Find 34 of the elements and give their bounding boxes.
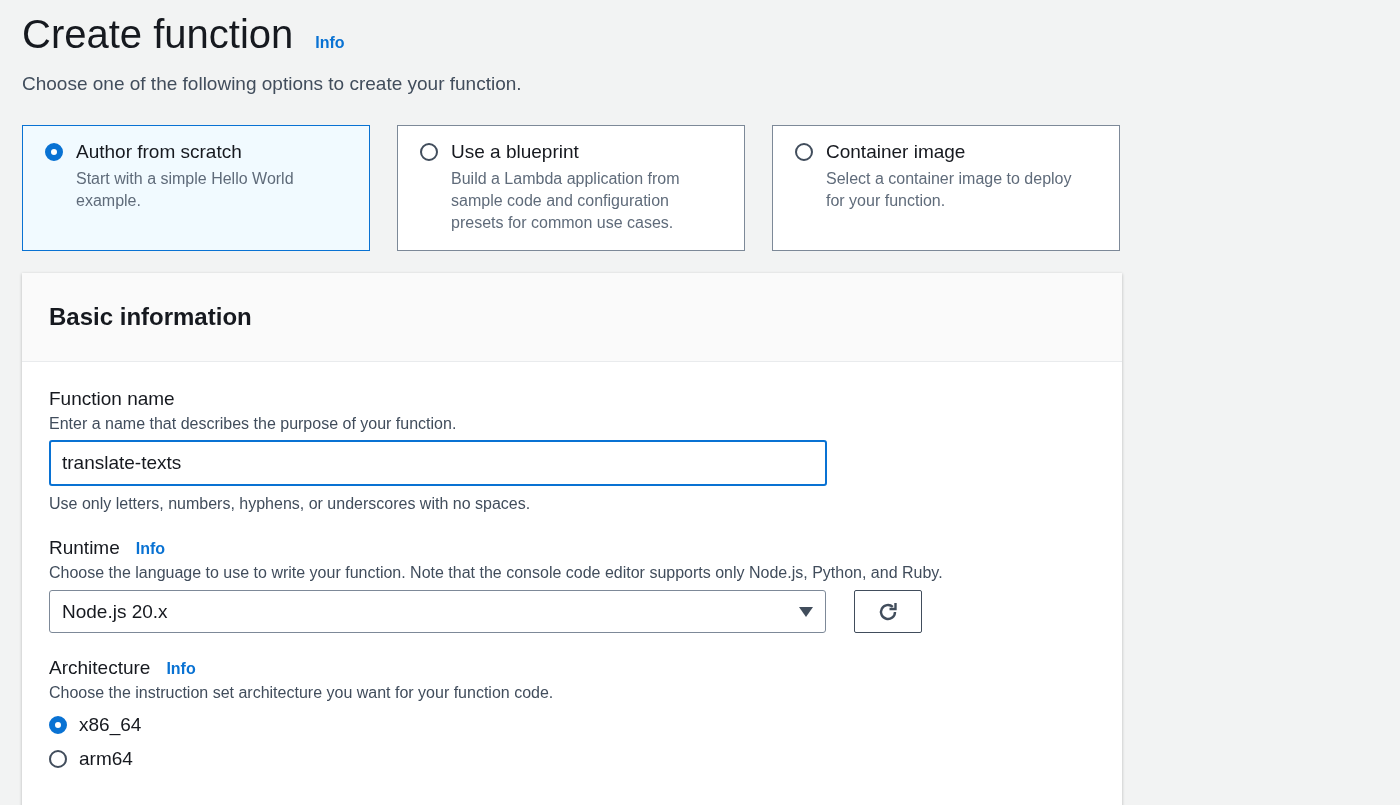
field-label: Architecture (49, 657, 151, 679)
field-label: Function name (49, 388, 175, 410)
radio-button[interactable] (420, 143, 438, 161)
runtime-select[interactable]: Node.js 20.x (49, 590, 826, 633)
info-link[interactable]: Info (315, 34, 345, 52)
caret-icon (799, 606, 813, 617)
refresh-button[interactable] (854, 590, 922, 633)
radio-button[interactable] (49, 750, 67, 768)
option-title: Use a blueprint (451, 141, 580, 163)
field-description: Choose the language to use to write your function. Note that the console code editor supports only Node.js, Python, and Ruby. (49, 564, 944, 582)
field-hint: Use only letters, numbers, hyphens, or underscores with no spaces. (49, 495, 532, 513)
panel-heading: Basic information (49, 303, 252, 331)
field-description: Choose the instruction set architecture you want for your function code. (49, 684, 555, 702)
option-description: Select a container image to deploy for your function. (826, 169, 1073, 211)
option-title: Author from scratch (76, 141, 243, 163)
radio-button[interactable] (795, 143, 813, 161)
info-link[interactable]: Info (166, 660, 196, 678)
radio-label: x86_64 (79, 714, 142, 736)
function-name-field[interactable]: translate-texts (49, 440, 827, 486)
field-label: Runtime (49, 537, 120, 559)
option-card[interactable]: Use a blueprint Build a Lambda application from sample code and configuration presets for common use cases. (397, 125, 745, 251)
option-description: Start with a simple Hello World example. (76, 169, 295, 211)
option-description: Build a Lambda application from sample code and configuration presets for common use cases. (451, 169, 681, 233)
option-card[interactable]: Container image Select a container image to deploy for your function. (772, 125, 1120, 251)
field-description: Enter a name that describes the purpose of your function. (49, 415, 458, 433)
page-title: Create function (22, 12, 294, 57)
page-subtitle: Choose one of the following options to create your function. (22, 73, 523, 95)
radio-label: arm64 (79, 748, 133, 770)
info-link[interactable]: Info (135, 540, 166, 558)
refresh-icon (877, 600, 899, 623)
option-title: Container image (826, 141, 967, 163)
option-card[interactable]: Author from scratch Start with a simple Hello World example. (22, 125, 370, 251)
radio-button[interactable] (45, 143, 63, 161)
radio-button[interactable] (49, 716, 67, 734)
